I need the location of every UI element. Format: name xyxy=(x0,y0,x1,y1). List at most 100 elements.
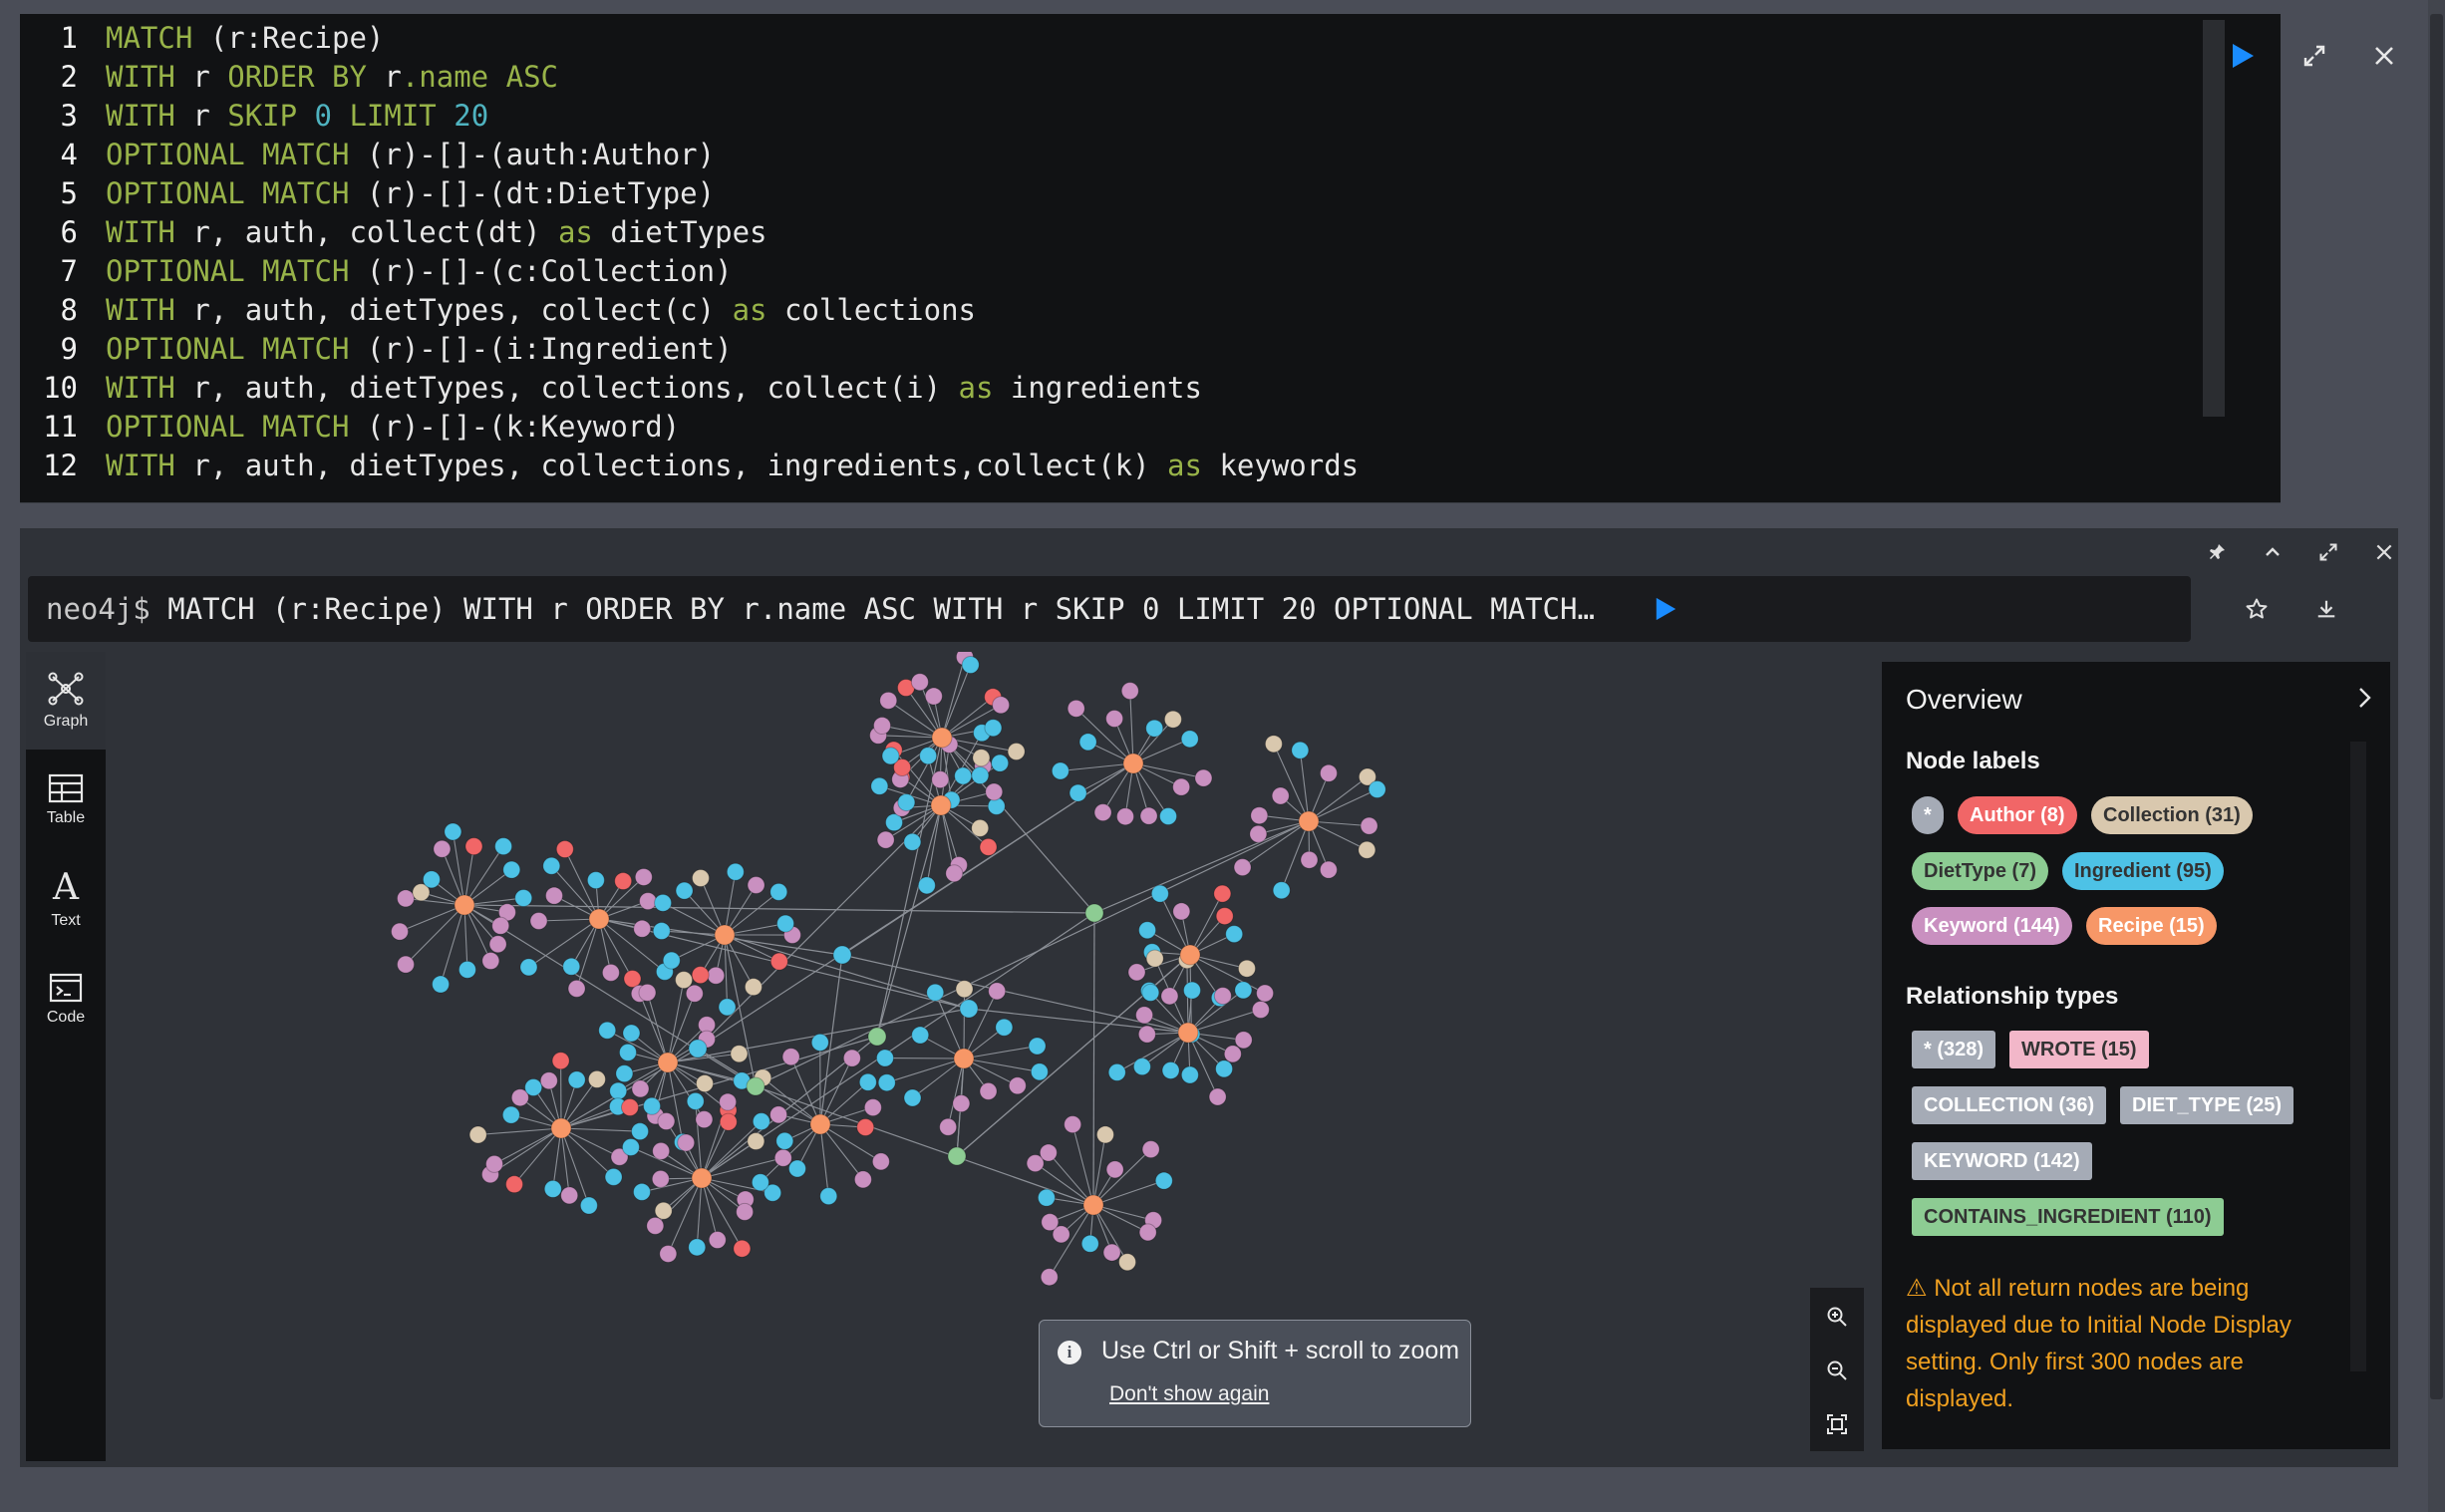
fullscreen-frame-button[interactable] xyxy=(2308,528,2348,576)
leaf-node[interactable] xyxy=(643,1096,662,1115)
leaf-node[interactable] xyxy=(488,935,507,954)
leaf-node[interactable] xyxy=(911,1026,930,1045)
leaf-node[interactable] xyxy=(622,1024,641,1043)
leaf-node[interactable] xyxy=(524,1077,543,1096)
leaf-node[interactable] xyxy=(1039,1143,1058,1162)
leaf-node[interactable] xyxy=(747,875,765,894)
leaf-node[interactable] xyxy=(776,914,795,933)
leaf-node[interactable] xyxy=(819,1187,838,1206)
leaf-node[interactable] xyxy=(567,979,586,998)
leaf-node[interactable] xyxy=(991,754,1010,772)
leaf-node[interactable] xyxy=(659,1244,678,1263)
zoom-out-button[interactable] xyxy=(1810,1344,1864,1397)
code-line[interactable]: 1 MATCH (r:Recipe) xyxy=(20,18,385,58)
leaf-node[interactable] xyxy=(609,1081,628,1100)
leaf-node[interactable] xyxy=(744,978,763,997)
leaf-node[interactable] xyxy=(1234,1031,1253,1050)
leaf-node[interactable] xyxy=(657,1112,676,1131)
leaf-node[interactable] xyxy=(529,912,548,931)
leaf-node[interactable] xyxy=(1234,981,1253,1000)
leaf-node[interactable] xyxy=(842,1049,861,1067)
leaf-node[interactable] xyxy=(1172,902,1191,921)
leaf-node[interactable] xyxy=(870,776,889,795)
leaf-node[interactable] xyxy=(769,952,788,971)
leaf-node[interactable] xyxy=(491,916,510,935)
favorite-button[interactable] xyxy=(2227,576,2287,642)
run-query-button[interactable] xyxy=(2221,34,2265,78)
leaf-node[interactable] xyxy=(1160,987,1179,1006)
relationship-type-chip[interactable]: CONTAINS_INGREDIENT (110) xyxy=(1912,1198,2224,1236)
leaf-node[interactable] xyxy=(939,1117,958,1136)
leaf-node[interactable] xyxy=(1161,1060,1180,1079)
leaf-node[interactable] xyxy=(432,975,451,994)
leaf-node[interactable] xyxy=(1105,710,1124,729)
relationship-type-chip[interactable]: * (328) xyxy=(1912,1031,1996,1068)
leaf-node[interactable] xyxy=(863,1098,882,1117)
leaf-node[interactable] xyxy=(494,837,513,856)
nav-table[interactable]: Table xyxy=(26,752,106,849)
page-scrollbar-thumb[interactable] xyxy=(2430,14,2443,1399)
leaf-node[interactable] xyxy=(1028,1037,1047,1056)
leaf-node[interactable] xyxy=(924,687,943,706)
leaf-node[interactable] xyxy=(1138,1223,1157,1242)
node-label-chip[interactable]: Keyword (144) xyxy=(1912,907,2072,945)
leaf-node[interactable] xyxy=(614,872,633,891)
leaf-node[interactable] xyxy=(1064,1115,1082,1134)
pin-frame-button[interactable] xyxy=(2197,528,2237,576)
leaf-node[interactable] xyxy=(542,856,561,875)
recipe-node[interactable] xyxy=(550,1117,572,1139)
zoom-in-button[interactable] xyxy=(1810,1290,1864,1344)
leaf-node[interactable] xyxy=(1132,1058,1151,1076)
recipe-node[interactable] xyxy=(953,1048,975,1069)
leaf-node[interactable] xyxy=(1135,1006,1154,1025)
download-button[interactable] xyxy=(2296,576,2356,642)
leaf-node[interactable] xyxy=(1141,1140,1160,1159)
collapse-overview-button[interactable] xyxy=(2346,680,2382,716)
node-label-chip[interactable]: Collection (31) xyxy=(2091,796,2253,834)
leaf-node[interactable] xyxy=(1127,963,1146,982)
leaf-node[interactable] xyxy=(677,1133,696,1152)
leaf-node[interactable] xyxy=(979,837,998,856)
leaf-node[interactable] xyxy=(1358,840,1376,859)
leaf-node[interactable] xyxy=(730,1045,749,1063)
leaf-node[interactable] xyxy=(444,822,462,841)
leaf-node[interactable] xyxy=(519,958,538,977)
code-line[interactable]: 6 WITH r, auth, collect(dt) as dietTypes xyxy=(20,212,767,252)
relationship-type-chip[interactable]: DIET_TYPE (25) xyxy=(2120,1086,2294,1124)
query-editor[interactable]: 1 MATCH (r:Recipe) 2 WITH r ORDER BY r.name… xyxy=(20,14,2393,503)
leaf-node[interactable] xyxy=(787,1159,806,1178)
leaf-node[interactable] xyxy=(1264,735,1283,754)
leaf-node[interactable] xyxy=(464,837,483,856)
leaf-node[interactable] xyxy=(675,881,694,900)
leaf-node[interactable] xyxy=(1256,984,1275,1003)
code-line[interactable]: 8 WITH r, auth, dietTypes, collect(c) as … xyxy=(20,290,976,330)
recipe-node[interactable] xyxy=(454,894,475,916)
close-frame-button[interactable] xyxy=(2364,528,2404,576)
leaf-node[interactable] xyxy=(733,1239,752,1258)
leaf-node[interactable] xyxy=(1272,881,1291,900)
leaf-node[interactable] xyxy=(1319,860,1338,879)
leaf-node[interactable] xyxy=(688,1238,707,1257)
node-label-chip[interactable]: Ingredient (95) xyxy=(2062,852,2224,890)
leaf-node[interactable] xyxy=(555,840,574,859)
leaf-node[interactable] xyxy=(458,960,476,979)
leaf-node[interactable] xyxy=(1141,983,1160,1002)
leaf-node[interactable] xyxy=(903,1088,922,1107)
leaf-node[interactable] xyxy=(747,1132,765,1151)
leaf-node[interactable] xyxy=(1030,1062,1049,1081)
leaf-node[interactable] xyxy=(979,1081,998,1100)
leaf-node[interactable] xyxy=(579,1196,598,1215)
leaf-node[interactable] xyxy=(567,1070,586,1089)
shared-node[interactable] xyxy=(947,1146,967,1166)
code-line[interactable]: 9 OPTIONAL MATCH (r)-[]-(i:Ingredient) xyxy=(20,329,733,369)
leaf-node[interactable] xyxy=(1037,1188,1056,1207)
command-bar[interactable]: neo4j$ MATCH (r:Recipe) WITH r ORDER BY … xyxy=(28,576,2191,642)
leaf-node[interactable] xyxy=(984,719,1003,738)
leaf-node[interactable] xyxy=(961,656,980,675)
leaf-node[interactable] xyxy=(1138,921,1157,940)
leaf-node[interactable] xyxy=(1137,1025,1156,1044)
leaf-node[interactable] xyxy=(1233,858,1252,877)
leaf-node[interactable] xyxy=(1180,730,1199,749)
leaf-node[interactable] xyxy=(1150,884,1169,903)
leaf-node[interactable] xyxy=(623,970,642,989)
